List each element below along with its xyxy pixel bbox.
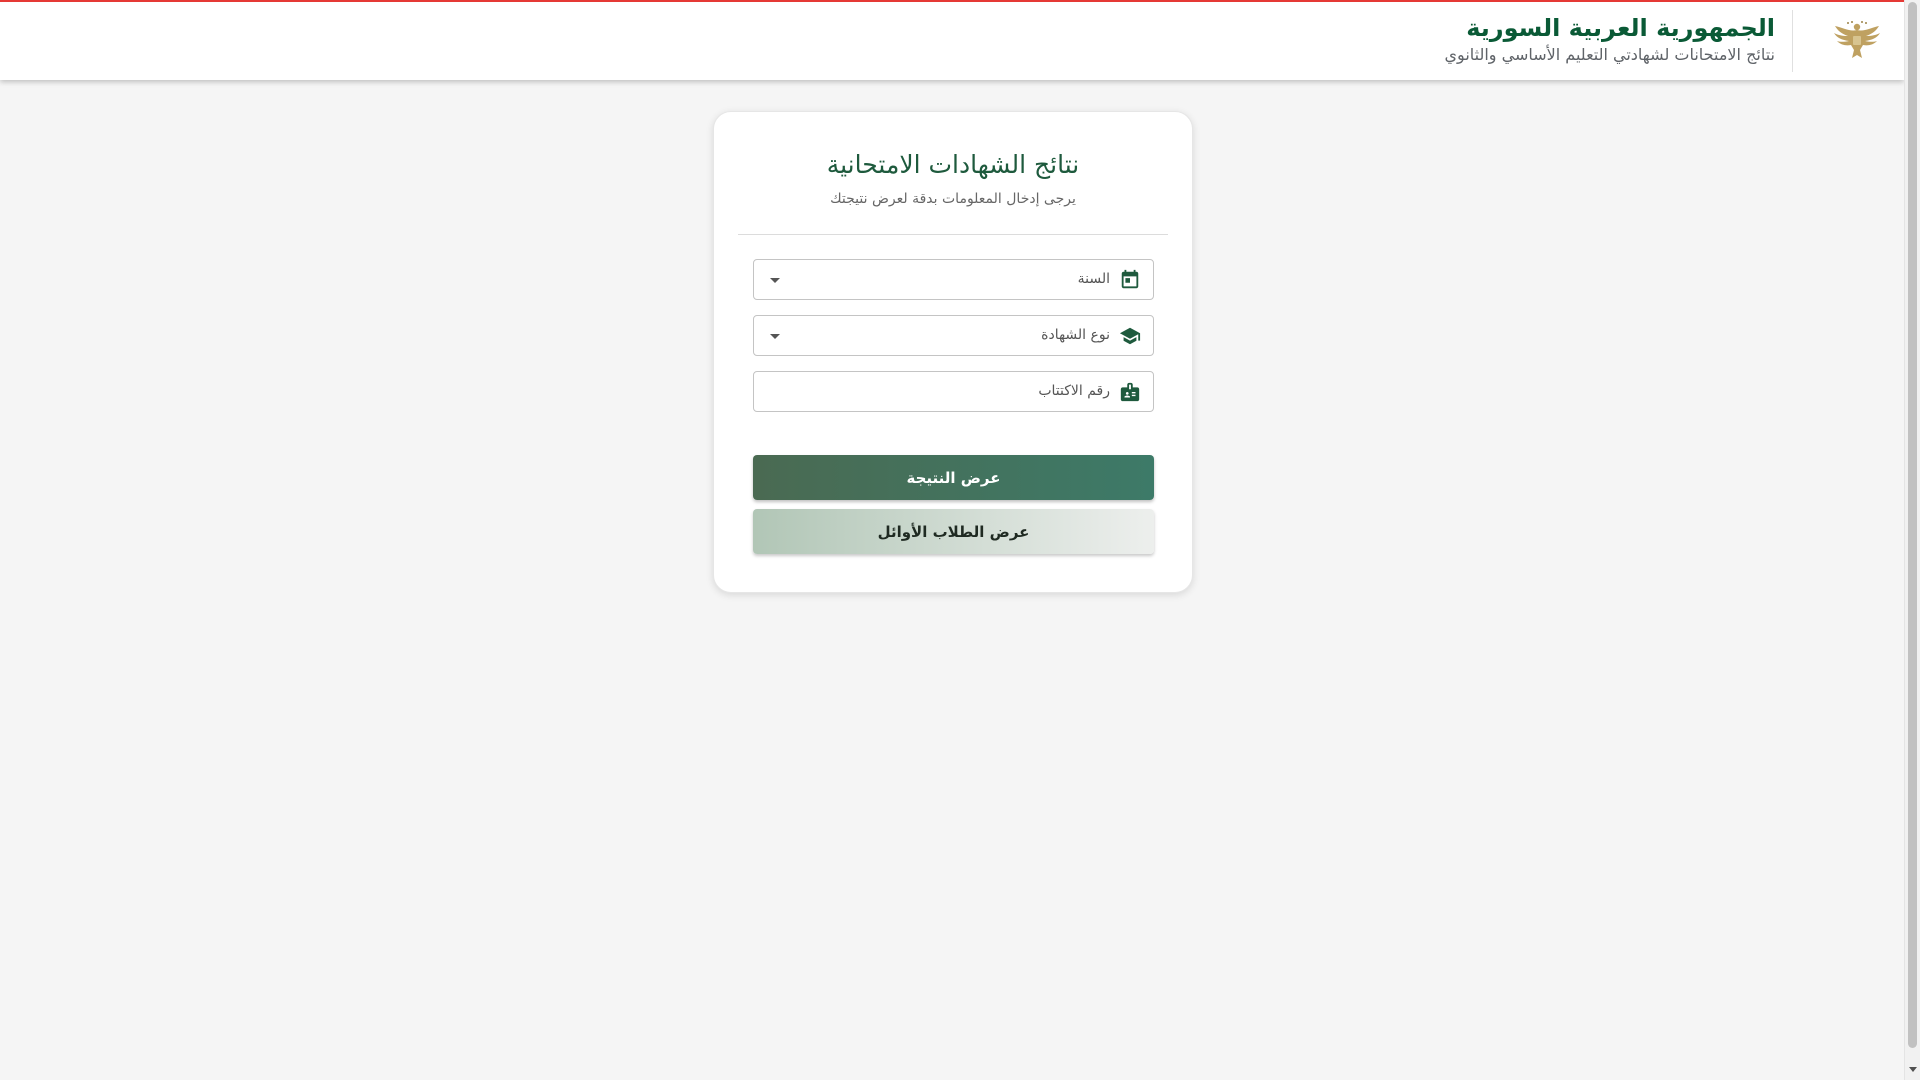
header-divider [1792, 10, 1793, 72]
chevron-down-icon [770, 334, 780, 339]
header-text: الجمهورية العربية السورية نتائج الامتحان… [1445, 12, 1775, 66]
year-select[interactable]: السنة [753, 259, 1154, 300]
scrollbar-thumb[interactable] [1908, 2, 1917, 1048]
subscription-number-input[interactable]: رقم الاكتتاب [753, 371, 1154, 412]
calendar-icon [1121, 269, 1139, 289]
chevron-down-icon [770, 278, 780, 283]
id-card-icon [1120, 382, 1140, 402]
show-result-button[interactable]: عرض النتيجة [753, 455, 1154, 500]
results-form-card: نتائج الشهادات الامتحانية يرجى إدخال الم… [713, 111, 1193, 593]
card-divider [738, 234, 1168, 235]
certificate-type-select[interactable]: نوع الشهادة [753, 315, 1154, 356]
card-title: نتائج الشهادات الامتحانية [826, 150, 1080, 179]
certificate-type-label: نوع الشهادة [1041, 327, 1110, 343]
top-header: الجمهورية العربية السورية نتائج الامتحان… [0, 0, 1904, 80]
graduation-cap-icon [1119, 327, 1141, 345]
header-title: الجمهورية العربية السورية [1466, 14, 1775, 42]
eagle-emblem-icon [1834, 21, 1880, 58]
header-subtitle: نتائج الامتحانات لشهادتي التعليم الأساسي… [1444, 45, 1775, 64]
card-subtitle: يرجى إدخال المعلومات بدقة لعرض نتيجتك [830, 191, 1076, 207]
page-scrollbar[interactable] [1904, 0, 1920, 1080]
top-students-button[interactable]: عرض الطلاب الأوائل [753, 509, 1154, 554]
page-viewport: الجمهورية العربية السورية نتائج الامتحان… [0, 0, 1904, 1080]
subscription-number-placeholder: رقم الاكتتاب [1038, 383, 1110, 399]
year-label: السنة [1077, 271, 1110, 287]
scroll-down-arrow-icon[interactable] [1909, 1067, 1917, 1072]
